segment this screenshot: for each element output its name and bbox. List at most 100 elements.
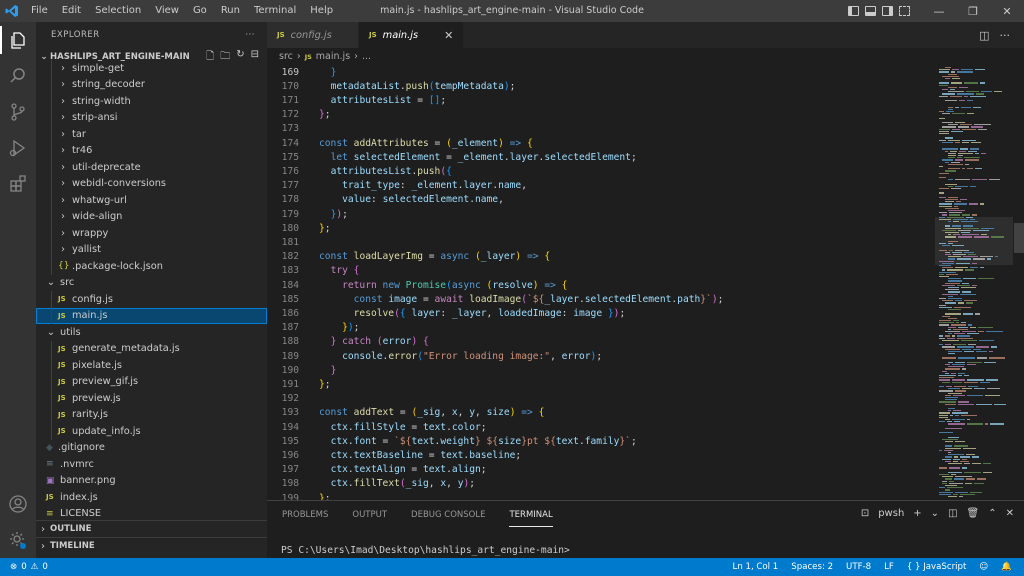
tree-item[interactable]: › webidl-conversions — [36, 175, 267, 192]
customize-layout-icon[interactable] — [899, 6, 910, 16]
toggle-panel-icon[interactable] — [865, 6, 876, 16]
minimap[interactable] — [935, 65, 1013, 500]
tree-item[interactable]: › simple-get — [36, 60, 267, 77]
timeline-section[interactable]: › TIMELINE — [36, 537, 267, 554]
menu-go[interactable]: Go — [186, 0, 214, 22]
tree-item[interactable]: ▣ banner.png — [36, 473, 267, 490]
trash-icon[interactable]: 🗑 — [967, 508, 980, 519]
menu-view[interactable]: View — [148, 0, 186, 22]
minimap-code-mark — [961, 322, 966, 324]
language-mode[interactable]: { } JavaScript — [907, 562, 966, 572]
tree-item[interactable]: › yallist — [36, 241, 267, 258]
more-actions-icon[interactable]: ··· — [245, 30, 255, 40]
tree-item[interactable]: ⌄ utils — [36, 324, 267, 341]
tree-item[interactable]: JS preview_gif.js — [36, 373, 267, 390]
menu-edit[interactable]: Edit — [55, 0, 88, 22]
tree-item[interactable]: ≡ .nvmrc — [36, 456, 267, 473]
minimap-code-mark — [970, 95, 986, 97]
minimap-code-mark — [948, 73, 957, 75]
minimap-code-mark — [939, 273, 944, 276]
tree-item[interactable]: JS generate_metadata.js — [36, 340, 267, 357]
split-terminal-icon[interactable]: ◫ — [948, 508, 957, 519]
tree-item[interactable]: JS update_info.js — [36, 423, 267, 440]
indentation[interactable]: Spaces: 2 — [791, 562, 833, 572]
scrollbar-thumb[interactable] — [1014, 223, 1024, 253]
notifications-bell-icon[interactable]: 🔔 — [1001, 562, 1012, 572]
minimap-code-mark — [942, 293, 959, 295]
encoding[interactable]: UTF-8 — [846, 562, 871, 572]
new-terminal-button[interactable]: + — [913, 508, 921, 519]
menu-file[interactable]: File — [24, 0, 55, 22]
close-panel-icon[interactable]: ✕ — [1006, 508, 1014, 519]
close-tab-icon[interactable]: ✕ — [444, 29, 453, 42]
tree-item[interactable]: ⌄ src — [36, 275, 267, 292]
minimap-code-mark — [948, 139, 960, 141]
tree-item[interactable]: › wrappy — [36, 225, 267, 242]
tree-item[interactable]: JS main.js — [36, 307, 267, 324]
manage-gear-icon[interactable] — [0, 522, 36, 558]
accounts-icon[interactable] — [0, 486, 36, 522]
menu-selection[interactable]: Selection — [88, 0, 148, 22]
end-of-line[interactable]: LF — [884, 562, 894, 572]
minimap-code-mark — [948, 326, 957, 328]
tree-item[interactable]: › whatwg-url — [36, 192, 267, 209]
split-editor-icon[interactable]: ◫ — [979, 29, 989, 42]
editor-scrollbar[interactable] — [1013, 65, 1024, 500]
tree-item[interactable]: › string-width — [36, 93, 267, 110]
tree-item[interactable]: JS preview.js — [36, 390, 267, 407]
terminal-shell-name[interactable]: pwsh — [878, 508, 904, 519]
tree-item[interactable]: › strip-ansi — [36, 109, 267, 126]
file-tree: › simple-get › string_decoder › string-width ›… — [36, 60, 267, 522]
tree-item[interactable]: › util-deprecate — [36, 159, 267, 176]
terminal-prompt[interactable]: PS C:\Users\Imad\Desktop\hashlips_art_en… — [281, 545, 570, 556]
minimap-code-mark — [956, 284, 971, 287]
tab-config-js[interactable]: JS config.js — [267, 22, 359, 48]
extensions-icon[interactable] — [0, 166, 36, 202]
menu-run[interactable]: Run — [214, 0, 247, 22]
toggle-secondary-sidebar-icon[interactable] — [882, 6, 893, 16]
search-icon[interactable] — [0, 58, 36, 94]
more-actions-icon[interactable]: ··· — [1000, 29, 1011, 42]
cursor-position[interactable]: Ln 1, Col 1 — [733, 562, 779, 572]
breadcrumb-folder[interactable]: src — [279, 51, 293, 62]
explorer-icon[interactable] — [0, 22, 36, 58]
tree-item[interactable]: {} .package-lock.json — [36, 258, 267, 275]
maximize-panel-icon[interactable]: ⌃ — [988, 508, 996, 519]
tab-main-js[interactable]: JS main.js ✕ — [359, 22, 465, 48]
code-editor[interactable]: 169 } 170 metadataList.push(tempMetadata)… — [267, 65, 935, 500]
restore-button[interactable]: ❐ — [956, 0, 990, 22]
feedback-icon[interactable]: ☺ — [979, 562, 988, 572]
toggle-primary-sidebar-icon[interactable] — [848, 6, 859, 16]
tree-item[interactable]: JS rarity.js — [36, 406, 267, 423]
tree-item[interactable]: › tr46 — [36, 142, 267, 159]
tree-item[interactable]: ◆ .gitignore — [36, 440, 267, 457]
breadcrumb-file[interactable]: main.js — [316, 51, 350, 62]
tree-item[interactable]: › tar — [36, 126, 267, 143]
tree-item[interactable]: JS pixelate.js — [36, 357, 267, 374]
panel-tab-debug-console[interactable]: DEBUG CONSOLE — [411, 510, 485, 520]
minimize-button[interactable]: — — [922, 0, 956, 22]
source-control-icon[interactable] — [0, 94, 36, 130]
minimap-code-mark — [948, 436, 960, 438]
minimap-code-mark — [939, 218, 951, 221]
close-window-button[interactable]: ✕ — [990, 0, 1024, 22]
menu-terminal[interactable]: Terminal — [247, 0, 303, 22]
problems-status[interactable]: ⊗ 0 ⚠ 0 — [0, 562, 48, 572]
run-debug-icon[interactable] — [0, 130, 36, 166]
breadcrumb-symbol[interactable]: ... — [362, 51, 371, 62]
minimap-code-mark — [951, 161, 960, 163]
tree-item[interactable]: › wide-align — [36, 208, 267, 225]
panel-tab-terminal[interactable]: TERMINAL — [509, 510, 553, 527]
minimap-code-mark — [980, 203, 985, 205]
minimap-code-mark — [945, 302, 956, 304]
chevron-down-icon[interactable]: ⌄ — [931, 508, 939, 519]
minimap-code-mark — [962, 234, 980, 236]
outline-section[interactable]: › OUTLINE — [36, 520, 267, 537]
indent-guide — [51, 208, 52, 225]
minimap-code-mark — [990, 236, 1004, 238]
panel-tab-problems[interactable]: PROBLEMS — [282, 510, 328, 520]
panel-tab-output[interactable]: OUTPUT — [352, 510, 387, 520]
tree-item[interactable]: JS config.js — [36, 291, 267, 308]
tree-item[interactable]: JS index.js — [36, 489, 267, 506]
tree-item[interactable]: › string_decoder — [36, 76, 267, 93]
